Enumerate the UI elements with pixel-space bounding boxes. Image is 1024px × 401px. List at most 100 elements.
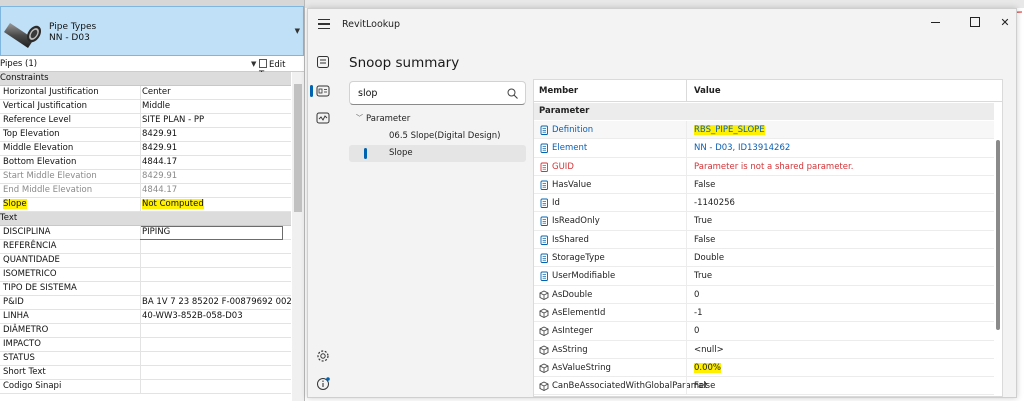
chevron-down-icon[interactable]: ﹀ (356, 113, 363, 123)
property-row[interactable]: REFERÊNCIA (0, 240, 291, 254)
grid-row[interactable]: Id -1140256 (534, 194, 994, 213)
property-row[interactable]: DIÂMETRO (0, 324, 291, 338)
property-name: End Middle Elevation (3, 185, 93, 195)
snoop-summary-icon[interactable] (316, 84, 330, 98)
grid-row[interactable]: IsReadOnly True (534, 212, 994, 231)
property-row[interactable]: DISCIPLINA PIPING (0, 226, 291, 240)
maximize-button[interactable] (962, 12, 988, 34)
property-group-header[interactable]: Text (0, 212, 291, 226)
column-header-value[interactable]: Value (694, 86, 721, 96)
property-value[interactable]: 8429.91 (142, 143, 177, 153)
revitlookup-window: RevitLookup ✕ Snoop summary slop ﹀ Param… (307, 8, 1017, 398)
grid-row[interactable]: IsShared False (534, 230, 994, 250)
property-value[interactable]: SITE PLAN - PP (142, 115, 204, 125)
member-name: GUID (552, 161, 574, 172)
page-title: Snoop summary (349, 55, 460, 71)
document-icon (540, 253, 548, 264)
property-name: QUANTIDADE (3, 255, 60, 265)
tree-node-label: Slope (389, 148, 413, 158)
property-row[interactable]: IMPACTO (0, 338, 291, 352)
member-value[interactable]: RBS_PIPE_SLOPE (694, 125, 765, 135)
type-selector[interactable]: Pipe Types NN - D03 ▼ (0, 6, 304, 56)
property-value[interactable]: BA 1V 7 23 85202 F-00879692 002a (142, 297, 297, 307)
document-icon (540, 180, 548, 190)
property-row[interactable]: Vertical Justification Middle (0, 100, 291, 114)
property-value[interactable]: Not Computed (142, 199, 204, 209)
property-row[interactable]: P&ID BA 1V 7 23 85202 F-00879692 002a (0, 296, 297, 310)
tree-node-label: Parameter (366, 114, 411, 124)
grid-row[interactable]: GUID Parameter is not a shared parameter. (534, 157, 994, 176)
property-row[interactable]: Slope Not Computed (0, 198, 291, 212)
grid-header: Member Value (534, 80, 1002, 102)
property-value[interactable]: PIPING (142, 227, 170, 237)
grid-row[interactable]: AsValueString 0.00% (534, 358, 994, 378)
search-icon[interactable] (507, 88, 518, 99)
grid-row[interactable]: Definition RBS_PIPE_SLOPE (534, 121, 994, 140)
property-value[interactable]: 40-WW3-852B-058-D03 (142, 311, 243, 321)
property-row[interactable]: Reference Level SITE PLAN - PP (0, 114, 291, 128)
document-icon (540, 143, 548, 154)
member-value: -1 (694, 307, 703, 318)
grid-row[interactable]: AsInteger 0 (534, 322, 994, 341)
property-name: DIÂMETRO (3, 325, 49, 335)
property-row[interactable]: Top Elevation 8429.91 (0, 128, 291, 142)
search-input[interactable] (358, 86, 498, 101)
properties-scrollbar[interactable] (292, 72, 304, 401)
info-icon[interactable] (316, 377, 330, 391)
property-row[interactable]: Middle Elevation 8429.91 (0, 142, 291, 156)
grid-row[interactable]: UserModifiable True (534, 267, 994, 286)
grid-row[interactable]: AsElementId -1 (534, 303, 994, 323)
tree-node-parameter[interactable]: ﹀ Parameter (349, 111, 526, 128)
grid-row[interactable]: StorageType Double (534, 249, 994, 268)
app-title: RevitLookup (342, 19, 401, 30)
member-name: HasValue (552, 179, 592, 190)
grid-row[interactable]: CanBeAssociatedWithGlobalParamet False (534, 377, 994, 396)
property-row[interactable]: LINHA 40-WW3-852B-058-D03 (0, 310, 291, 324)
property-row[interactable]: Start Middle Elevation 8429.91 (0, 170, 291, 184)
tree-node-slope-digital-design[interactable]: 06.5 Slope(Digital Design) (349, 128, 526, 145)
property-row[interactable]: Horizontal Justification Center (0, 86, 291, 100)
events-monitor-icon[interactable] (316, 111, 330, 125)
property-value[interactable]: Middle (142, 101, 170, 111)
grid-row[interactable]: AsString <null> (534, 340, 994, 359)
search-box[interactable] (349, 81, 526, 105)
column-header-member[interactable]: Member (539, 86, 578, 96)
property-value[interactable]: 8429.91 (142, 129, 177, 139)
property-row[interactable]: ISOMETRICO (0, 268, 291, 282)
menu-icon[interactable] (318, 19, 330, 29)
property-row[interactable]: QUANTIDADE (0, 254, 291, 268)
property-group-header[interactable]: Constraints (0, 72, 291, 86)
minimize-button[interactable] (922, 12, 948, 34)
close-button[interactable]: ✕ (992, 12, 1018, 34)
property-row[interactable]: End Middle Elevation 4844.17 (0, 184, 291, 198)
gear-icon[interactable] (316, 349, 330, 363)
property-value: 4844.17 (142, 185, 178, 195)
member-name: Definition (552, 125, 594, 135)
property-value[interactable]: Center (142, 87, 171, 97)
property-row[interactable]: Bottom Elevation 4844.17 (0, 156, 291, 170)
scrollbar-thumb[interactable] (294, 84, 302, 212)
column-separator[interactable] (686, 80, 687, 102)
element-filter-dropdown[interactable]: Pipes (1) (0, 59, 37, 69)
grid-group-label: Parameter (539, 106, 590, 116)
chevron-down-icon[interactable]: ▼ (251, 60, 256, 68)
type-family-label: Pipe Types (49, 22, 97, 32)
property-row[interactable]: Codigo Sinapi (0, 380, 291, 394)
property-value[interactable]: 4844.17 (142, 157, 177, 167)
document-icon (540, 125, 548, 135)
tree-node-slope[interactable]: Slope (349, 145, 526, 162)
dropdown-caret-icon[interactable]: ▼ (295, 27, 300, 35)
property-name: Short Text (3, 367, 46, 377)
grid-row[interactable]: AsDouble 0 (534, 285, 994, 304)
properties-list: Constraints Horizontal Justification Cente… (0, 72, 297, 394)
property-row[interactable]: TIPO DE SISTEMA (0, 282, 291, 296)
dashboard-icon[interactable] (316, 55, 330, 69)
property-row[interactable]: Short Text (0, 366, 291, 380)
document-icon (540, 235, 548, 245)
member-name: CanBeAssociatedWithGlobalParamet (552, 381, 708, 392)
member-value[interactable]: NN - D03, ID13914262 (694, 143, 790, 153)
grid-row[interactable]: HasValue False (534, 175, 994, 195)
property-row[interactable]: STATUS (0, 352, 291, 366)
grid-row[interactable]: Element NN - D03, ID13914262 (534, 139, 994, 158)
grid-scrollbar[interactable] (996, 140, 1000, 330)
